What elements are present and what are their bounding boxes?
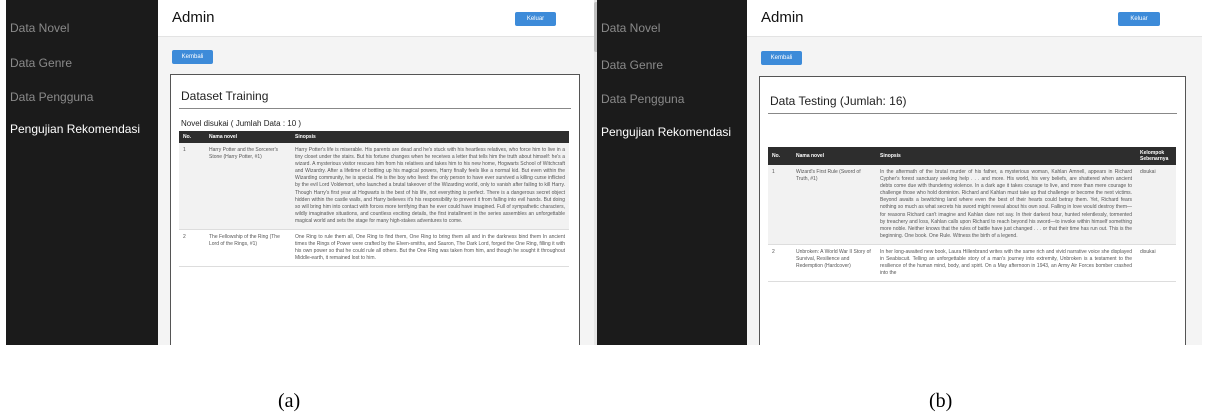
sidebar: Data Novel Data Genre Data Pengguna Peng… — [6, 0, 158, 345]
novel-name: Unbroken: A World War II Story of Surviv… — [792, 244, 876, 283]
main-content: Admin Keluar Kembali Dataset Training No… — [158, 0, 599, 345]
back-button[interactable]: Kembali — [172, 50, 213, 64]
sidebar-item-data-pengguna[interactable]: Data Pengguna — [6, 90, 97, 104]
table-row: 1 Harry Potter and the Sorcerer's Stone … — [179, 143, 569, 231]
title-divider — [179, 108, 571, 109]
table-row: 2 Unbroken: A World War II Story of Surv… — [768, 244, 1176, 283]
card-title: Data Testing (Jumlah: 16) — [770, 94, 907, 108]
sidebar-item-data-pengguna[interactable]: Data Pengguna — [597, 92, 688, 106]
dataset-training-card: Dataset Training Novel disukai ( Jumlah … — [170, 74, 580, 345]
top-bar: Admin Keluar — [158, 0, 599, 37]
caption-a: (a) — [278, 390, 301, 412]
sidebar: Data Novel Data Genre Data Pengguna Peng… — [597, 0, 747, 345]
training-table: No. Nama novel Sinopsis 1 Harry Potter a… — [179, 131, 569, 268]
logout-button[interactable]: Keluar — [515, 12, 556, 26]
top-bar: Admin Keluar — [747, 0, 1202, 37]
novel-name: The Fellowship of the Ring (The Lord of … — [205, 229, 291, 268]
sidebar-item-data-genre[interactable]: Data Genre — [6, 56, 76, 70]
row-number: 1 — [768, 165, 792, 245]
column-header: No. — [179, 131, 205, 143]
novel-name: Harry Potter and the Sorcerer's Stone (H… — [205, 143, 291, 231]
actual-group: disukai — [1136, 165, 1176, 245]
column-header: Nama novel — [205, 131, 291, 143]
screenshot-panel-a: Data Novel Data Genre Data Pengguna Peng… — [6, 0, 599, 345]
card-title: Dataset Training — [181, 89, 269, 103]
novel-synopsis: One Ring to rule them all, One Ring to f… — [291, 229, 569, 268]
row-number: 2 — [768, 244, 792, 283]
column-header: Sinopsis — [291, 131, 569, 143]
column-header: Nama novel — [792, 147, 876, 165]
table-row: 2 The Fellowship of the Ring (The Lord o… — [179, 229, 569, 268]
sidebar-item-data-novel[interactable]: Data Novel — [6, 21, 73, 35]
caption-b: (b) — [929, 390, 953, 412]
novel-synopsis: Harry Potter's life is miserable. His pa… — [291, 143, 569, 231]
page-title: Admin — [172, 9, 215, 26]
title-divider — [768, 113, 1177, 114]
logout-button[interactable]: Keluar — [1118, 12, 1160, 26]
novel-synopsis: In her long-awaited new book, Laura Hill… — [876, 244, 1136, 283]
column-header: Sinopsis — [876, 147, 1136, 165]
sidebar-item-data-genre[interactable]: Data Genre — [597, 58, 667, 72]
testing-table: No. Nama novel Sinopsis Kelompok Sebenar… — [768, 147, 1176, 283]
sidebar-item-pengujian-rekomendasi[interactable]: Pengujian Rekomendasi — [6, 122, 144, 136]
card-subtitle: Novel disukai ( Jumlah Data : 10 ) — [181, 119, 302, 128]
novel-synopsis: In the aftermath of the brutal murder of… — [876, 165, 1136, 245]
novel-name: Wizard's First Rule (Sword of Truth, #1) — [792, 165, 876, 245]
table-header-row: No. Nama novel Sinopsis Kelompok Sebenar… — [768, 147, 1176, 165]
screenshot-panel-b: Data Novel Data Genre Data Pengguna Peng… — [597, 0, 1202, 345]
column-header: No. — [768, 147, 792, 165]
actual-group: disukai — [1136, 244, 1176, 283]
sidebar-item-pengujian-rekomendasi[interactable]: Pengujian Rekomendasi — [597, 125, 735, 139]
table-row: 1 Wizard's First Rule (Sword of Truth, #… — [768, 165, 1176, 245]
column-header: Kelompok Sebenarnya — [1136, 147, 1176, 165]
main-content: Admin Keluar Kembali Data Testing (Jumla… — [747, 0, 1202, 345]
row-number: 1 — [179, 143, 205, 231]
row-number: 2 — [179, 229, 205, 268]
back-button[interactable]: Kembali — [761, 51, 802, 65]
page-title: Admin — [761, 9, 804, 26]
sidebar-item-data-novel[interactable]: Data Novel — [597, 21, 664, 35]
data-testing-card: Data Testing (Jumlah: 16) No. Nama novel… — [759, 76, 1186, 345]
table-header-row: No. Nama novel Sinopsis — [179, 131, 569, 143]
